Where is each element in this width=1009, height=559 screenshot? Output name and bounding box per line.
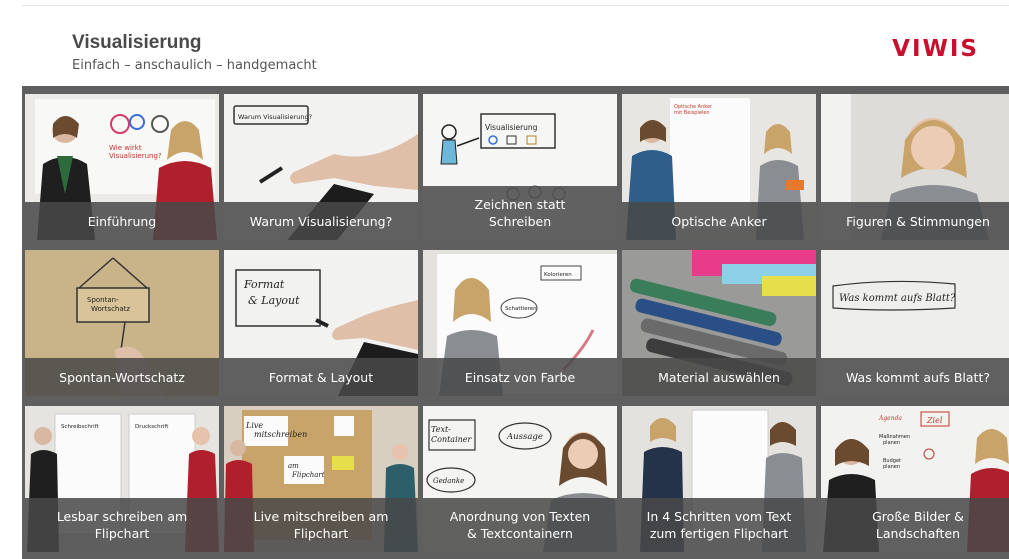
board-text: Druckschrift [135, 424, 169, 430]
video-title: Anordnung von Texten & Textcontainern [423, 498, 617, 552]
board-text: Kolorieren [544, 272, 572, 278]
header: Visualisierung Einfach – anschaulich – h… [22, 6, 1009, 86]
page: Visualisierung Einfach – anschaulich – h… [0, 0, 1009, 559]
board-text: Warum Visualisierung? [238, 113, 312, 121]
page-title: Visualisierung [72, 32, 202, 53]
video-title: Große Bilder & Landschaften [821, 498, 1009, 552]
page-subtitle: Einfach – anschaulich – handgemacht [72, 58, 317, 73]
video-tile-material-auswaehlen[interactable]: Material auswählen [622, 250, 816, 396]
viwis-logo: VIWIS [892, 36, 979, 62]
board-text: Agenda [878, 415, 902, 422]
video-tile-live-mitschreiben[interactable]: Live mitschreiben am Flipchart Live mitsch… [224, 406, 418, 552]
video-tile-format-und-layout[interactable]: Format & Layout Format & Layout [224, 250, 418, 396]
video-tile-in-4-schritten[interactable]: In 4 Schritten vom Text zum fertigen Fli… [622, 406, 816, 552]
video-tile-figuren-und-stimmungen[interactable]: Figuren & Stimmungen [821, 94, 1009, 240]
board-text: Was kommt aufs Blatt? [839, 293, 956, 304]
video-title: Einführung [25, 202, 219, 240]
video-tile-zeichnen-statt-schreiben[interactable]: Visualisierung Zeichnen statt Schreiben [423, 94, 617, 240]
video-tile-was-kommt-aufs-blatt[interactable]: Was kommt aufs Blatt? Was kommt aufs Bla… [821, 250, 1009, 396]
video-title: Warum Visualisierung? [224, 202, 418, 240]
video-title: Optische Anker [622, 202, 816, 240]
board-text: Visualisierung [485, 123, 538, 132]
video-title: Was kommt aufs Blatt? [821, 358, 1009, 396]
video-tile-spontan-wortschatz[interactable]: Spontan-Wortschatz Spontan-Wortschatz [25, 250, 219, 396]
video-title: Material auswählen [622, 358, 816, 396]
board-text: Gedanke [433, 477, 464, 485]
video-title: In 4 Schritten vom Text zum fertigen Fli… [622, 498, 816, 552]
video-tile-anordnung-von-texten[interactable]: Text-Container Aussage Gedanke Anordnung… [423, 406, 617, 552]
video-title: Spontan-Wortschatz [25, 358, 219, 396]
video-tile-grosse-bilder[interactable]: Agenda Ziel Maßnahmen planen Budget planen… [821, 406, 1009, 552]
video-title: Live mitschreiben am Flipchart [224, 498, 418, 552]
video-title: Einsatz von Farbe [423, 358, 617, 396]
video-gallery: Wie wirkt Visualisierung? Einführung Waru… [22, 86, 1009, 559]
board-text: Ziel [926, 416, 943, 425]
video-tile-optische-anker[interactable]: Optische Anker mit Beispielen Optische An… [622, 94, 816, 240]
video-title: Zeichnen statt Schreiben [423, 186, 617, 240]
board-text: Optische Anker mit Beispielen [674, 104, 713, 116]
board-text: Aussage [506, 432, 543, 442]
board-text: Budget planen [883, 458, 901, 470]
video-tile-einsatz-von-farbe[interactable]: Kolorieren Schattieren Einsatz von Farbe [423, 250, 617, 396]
video-tile-lesbar-schreiben[interactable]: Schreibschrift Druckschrift Lesbar schre… [25, 406, 219, 552]
video-title: Figuren & Stimmungen [821, 202, 1009, 240]
board-text: Schattieren [505, 306, 537, 312]
video-tile-warum-visualisierung[interactable]: Warum Visualisierung? Warum Visualisieru… [224, 94, 418, 240]
board-text: Schreibschrift [61, 424, 100, 430]
video-tile-einfuehrung[interactable]: Wie wirkt Visualisierung? Einführung [25, 94, 219, 240]
video-title: Lesbar schreiben am Flipchart [25, 498, 219, 552]
video-title: Format & Layout [224, 358, 418, 396]
